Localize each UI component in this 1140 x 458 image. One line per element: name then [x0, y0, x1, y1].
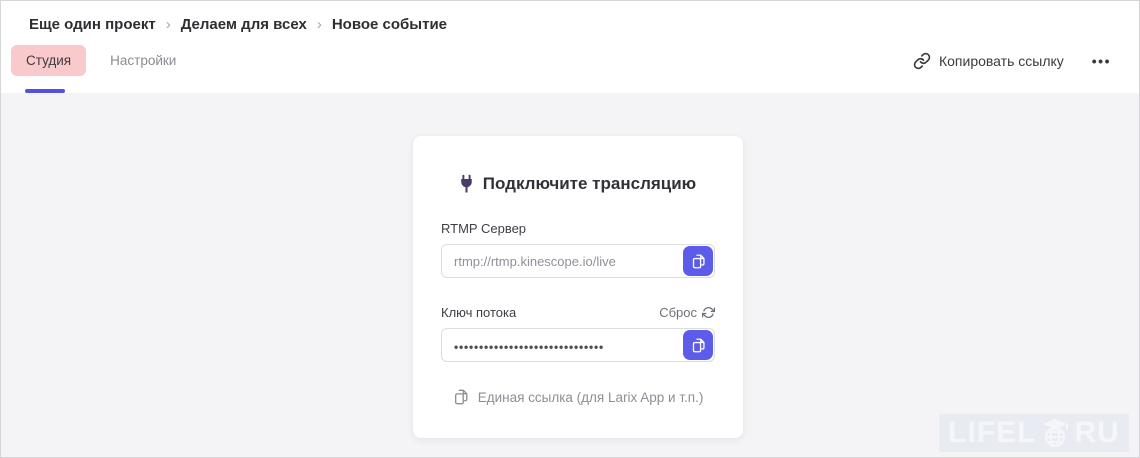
connect-stream-card: Подключите трансляцию RTMP Сервер rtmp:/…	[413, 136, 743, 438]
header: Еще один проект › Делаем для всех › Ново…	[1, 1, 1139, 93]
copy-icon	[691, 253, 706, 270]
rtmp-server-label: RTMP Сервер	[441, 221, 527, 236]
event-page: Еще один проект › Делаем для всех › Ново…	[0, 0, 1140, 458]
copy-rtmp-server-button[interactable]	[683, 246, 713, 276]
link-icon	[913, 52, 931, 70]
watermark-text-right: RU	[1074, 416, 1120, 449]
breadcrumb-item-current: Новое событие	[331, 16, 448, 33]
globe-graduation-cap-icon	[1039, 417, 1071, 449]
watermark-text-left: LIFEL	[948, 416, 1037, 449]
reset-key-label: Сброс	[659, 305, 697, 320]
copy-icon	[453, 388, 469, 406]
chevron-right-icon: ›	[316, 16, 322, 33]
copy-link-label: Копировать ссылку	[938, 52, 1064, 69]
copy-stream-key-button[interactable]	[683, 330, 713, 360]
tab-settings[interactable]: Настройки	[95, 45, 191, 76]
ellipsis-icon: •••	[1091, 52, 1111, 69]
breadcrumb-item-project[interactable]: Еще один проект	[29, 16, 156, 33]
stream-key-input[interactable]	[441, 328, 715, 362]
plug-icon	[460, 174, 473, 194]
tabs-row: Студия Настройки Копировать ссылку •••	[1, 45, 1139, 76]
card-title: Подключите трансляцию	[482, 174, 697, 193]
reset-key-button[interactable]: Сброс	[659, 305, 715, 320]
card-title-row: Подключите трансляцию	[441, 174, 715, 194]
studio-panel: Подключите трансляцию RTMP Сервер rtmp:/…	[1, 93, 1139, 457]
tab-studio[interactable]: Студия	[11, 45, 87, 76]
rtmp-server-input[interactable]	[441, 244, 715, 278]
breadcrumb: Еще один проект › Делаем для всех › Ново…	[1, 1, 1139, 33]
stream-key-label: Ключ потока	[441, 305, 517, 320]
copy-link-button[interactable]: Копировать ссылку	[913, 52, 1064, 70]
refresh-icon	[702, 306, 715, 319]
header-actions: Копировать ссылку •••	[913, 50, 1111, 72]
stream-key-field: Ключ потока Сброс	[441, 305, 715, 362]
breadcrumb-item-folder[interactable]: Делаем для всех	[181, 16, 307, 33]
chevron-right-icon: ›	[165, 16, 171, 33]
copy-single-link-button[interactable]: Единая ссылка (для Larix App и т.п.)	[441, 388, 715, 406]
single-link-label: Единая ссылка (для Larix App и т.п.)	[477, 389, 704, 405]
rtmp-server-field: RTMP Сервер	[441, 221, 715, 278]
watermark: LIFEL RU	[939, 414, 1129, 452]
copy-icon	[691, 337, 706, 354]
more-menu-button[interactable]: •••	[1092, 50, 1111, 72]
